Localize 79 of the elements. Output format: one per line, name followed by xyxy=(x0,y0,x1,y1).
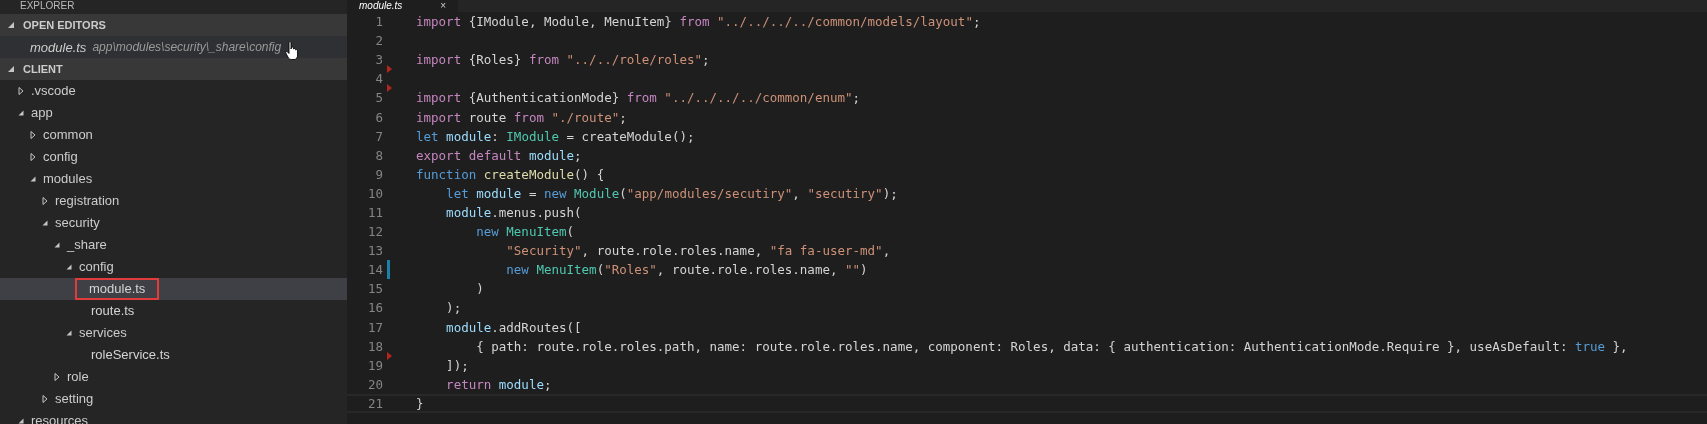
folder-name: setting xyxy=(54,390,95,408)
code-line: new MenuItem( xyxy=(475,224,575,240)
folder-name: config xyxy=(78,258,115,276)
folder-name: modules xyxy=(42,170,94,188)
line-number: 12 xyxy=(366,224,383,240)
tree-item[interactable]: _share xyxy=(0,234,347,256)
code-line: import {Roles} from "../../role/roles"; xyxy=(416,52,710,68)
hand-pointer-icon xyxy=(285,41,300,61)
code-line: function createModule() { xyxy=(416,166,605,182)
code-line: let module = new Module("app/modules/secutiry", "secutiry"); xyxy=(445,185,898,201)
line-number: 13 xyxy=(366,243,383,259)
line-number: 14 xyxy=(366,262,383,278)
code-line: import {AuthenticationMode} from "../../../../common/enum"; xyxy=(416,90,861,106)
line-number: 7 xyxy=(374,128,383,144)
collapse-arrow-icon xyxy=(7,65,15,73)
code-line: ); xyxy=(445,300,462,316)
line-number: 15 xyxy=(366,281,383,297)
line-number: 17 xyxy=(366,319,383,335)
file-name: route.ts xyxy=(90,302,136,320)
line-number: 20 xyxy=(366,376,383,392)
section-header[interactable]: CLIENT xyxy=(0,58,347,80)
folder-name: role xyxy=(66,368,90,386)
code-line: import {IModule, Module, MenuItem} from "../../../../common/models/layout"; xyxy=(416,14,981,30)
folder-name: _share xyxy=(65,236,108,254)
folder-name: config xyxy=(42,148,79,166)
line-number: 6 xyxy=(374,109,383,125)
code-line: let module: IModule = createModule(); xyxy=(416,128,695,144)
open-editor-item[interactable]: module.ts app\modules\security\_share\config xyxy=(0,36,347,58)
tree-item[interactable]: common xyxy=(0,124,347,146)
code-line: } xyxy=(416,395,424,411)
tree-item[interactable]: registration xyxy=(0,190,347,212)
tree-item[interactable]: config xyxy=(0,256,347,278)
line-number: 4 xyxy=(374,71,383,87)
tree-item[interactable]: route.ts xyxy=(0,300,347,322)
editor-tab[interactable]: module.ts × xyxy=(347,0,459,12)
collapse-arrow-icon xyxy=(7,21,15,29)
tree-item[interactable]: setting xyxy=(0,388,347,410)
folder-name: services xyxy=(78,324,128,342)
explorer-title: EXPLORER xyxy=(19,0,76,13)
file-name: roleService.ts xyxy=(90,346,171,364)
line-number: 5 xyxy=(374,90,383,106)
code-line: module.addRoutes([ xyxy=(445,319,582,335)
folder-name: security xyxy=(54,214,101,232)
code-line: "Security", route.role.roles.name, "fa fa-user-md", xyxy=(505,243,891,259)
line-number: 8 xyxy=(374,147,383,163)
tree-item[interactable]: roleService.ts xyxy=(0,344,347,366)
code-line: new MenuItem("Roles", route.role.roles.name, "") xyxy=(505,262,868,278)
tree-item[interactable]: security xyxy=(0,212,347,234)
line-number: 21 xyxy=(366,395,383,411)
line-number: 18 xyxy=(366,338,383,354)
tree-item[interactable]: config xyxy=(0,146,347,168)
line-number: 16 xyxy=(366,300,383,316)
line-number: 19 xyxy=(366,357,383,373)
line-number: 10 xyxy=(366,185,383,201)
code-line: export default module; xyxy=(416,147,582,163)
tree-item[interactable]: app xyxy=(0,102,347,124)
tree-item[interactable]: services xyxy=(0,322,347,344)
tree-item[interactable]: .vscode xyxy=(0,80,347,102)
code-line: ) xyxy=(475,281,484,297)
code-line: { path: route.role.roles.path, name: route.role.roles.name, component: Roles, data: { authentication: AuthenticationMode.Require }, useAsDefault: true }, xyxy=(475,338,1628,354)
close-icon[interactable]: × xyxy=(440,0,447,12)
folder-name: .vscode xyxy=(30,82,77,100)
code-line: module.menus.push( xyxy=(445,205,582,220)
section-header[interactable]: OPEN EDITORS xyxy=(0,14,347,36)
folder-name: common xyxy=(42,126,94,144)
code-line: import route from "./route"; xyxy=(416,109,627,125)
line-number: 11 xyxy=(366,205,383,220)
code-line: return module; xyxy=(445,376,552,392)
line-number: 9 xyxy=(374,166,383,182)
tree-item[interactable]: role xyxy=(0,366,347,388)
code-line: ]); xyxy=(445,357,469,373)
file-name: module.ts xyxy=(75,278,160,300)
tree-item[interactable]: module.ts xyxy=(0,278,347,300)
line-number: 2 xyxy=(374,33,383,49)
folder-name: registration xyxy=(54,192,121,210)
line-number: 3 xyxy=(374,52,383,68)
tree-item[interactable]: modules xyxy=(0,168,347,190)
line-number: 1 xyxy=(374,14,383,30)
folder-name: app xyxy=(30,104,54,122)
